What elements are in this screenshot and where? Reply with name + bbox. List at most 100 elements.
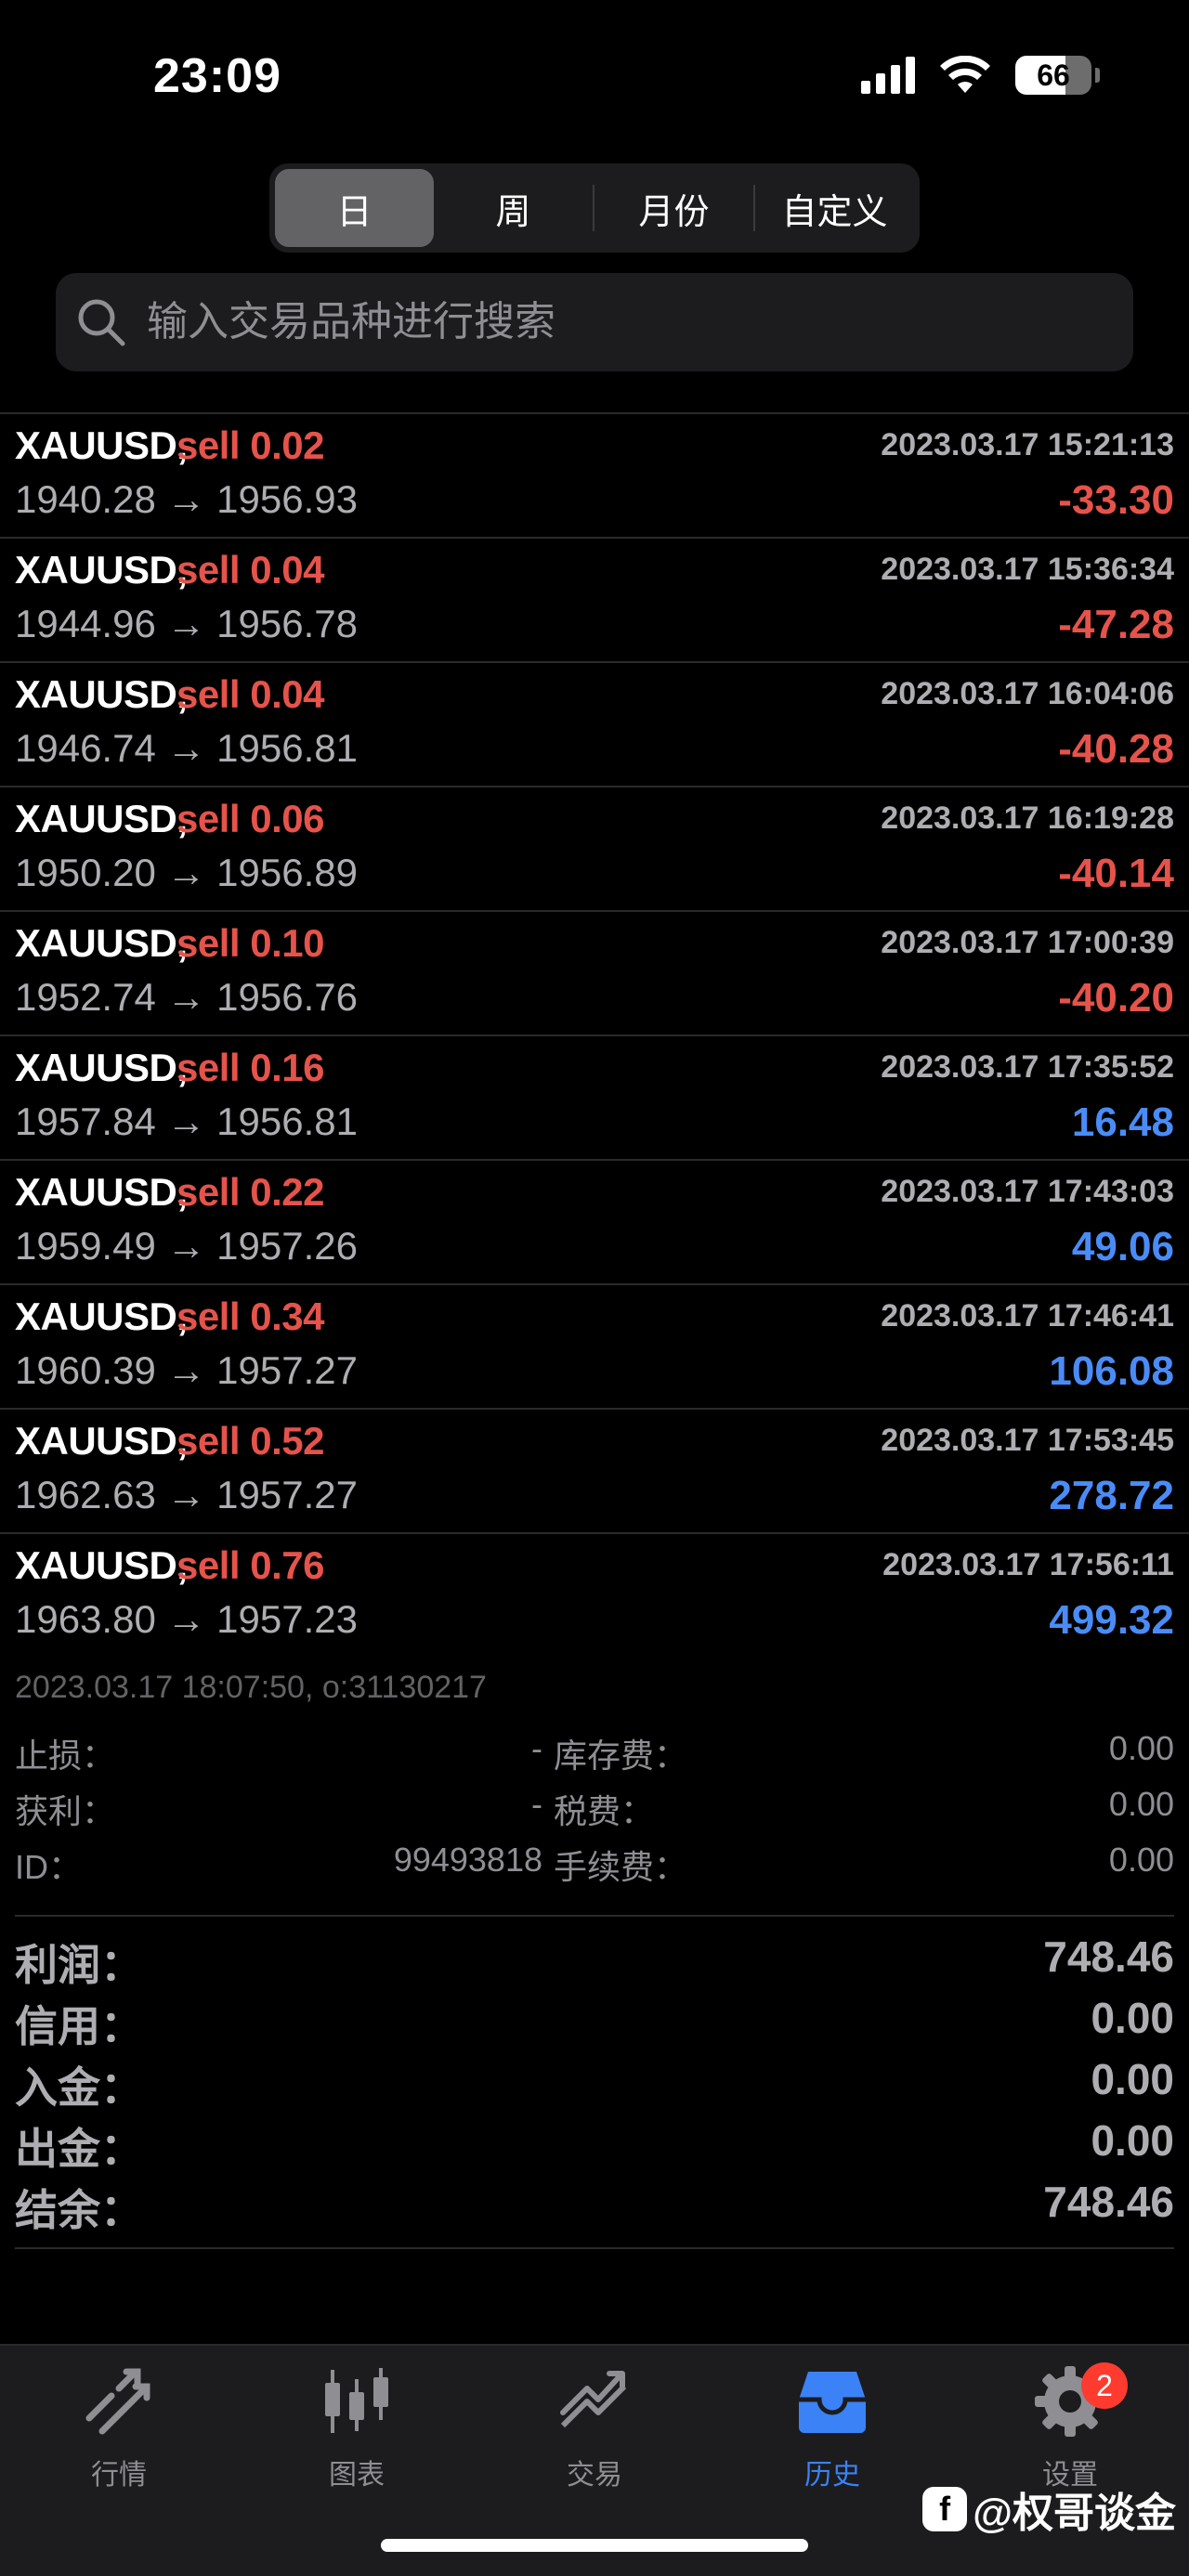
summary-label: 结余： xyxy=(15,2186,143,2234)
trade-detail-grid: 止损： - 库存费： 0.00 获利： - 税费： 0.00 ID： 99493… xyxy=(15,1729,1174,1896)
summary-divider xyxy=(15,2247,1174,2249)
trade-row[interactable]: XAUUSD, sell 0.52 2023.03.17 17:53:45 19… xyxy=(0,1410,1189,1534)
take-profit-value: - xyxy=(531,1785,542,1823)
segment-week[interactable]: 周 xyxy=(434,169,593,247)
trade-history-list: XAUUSD, sell 0.02 2023.03.17 15:21:13 19… xyxy=(0,414,1189,1659)
trade-row[interactable]: XAUUSD, sell 0.10 2023.03.17 17:00:39 19… xyxy=(0,912,1189,1036)
trade-symbol: XAUUSD, xyxy=(15,1170,188,1214)
trade-side: sell 0.04 xyxy=(176,672,324,716)
home-indicator xyxy=(381,2539,808,2552)
status-time: 23:09 xyxy=(153,49,281,103)
stop-loss-value: - xyxy=(531,1729,542,1767)
trade-symbol: XAUUSD, xyxy=(15,1419,188,1463)
trade-profit: -40.28 xyxy=(1058,726,1174,772)
trade-side: sell 0.34 xyxy=(176,1295,324,1338)
trade-prices: 1963.80 → 1957.23 xyxy=(15,1597,358,1641)
weibo-logo-icon: f xyxy=(922,2487,968,2531)
trade-side: sell 0.02 xyxy=(176,423,324,467)
tab-history[interactable]: 历史 xyxy=(749,2362,916,2492)
trade-symbol: XAUUSD, xyxy=(15,1046,188,1089)
summary-label: 入金： xyxy=(15,2063,143,2112)
search-input[interactable] xyxy=(147,299,1076,345)
battery-level: 66 xyxy=(1037,58,1070,92)
segment-day[interactable]: 日 xyxy=(275,169,434,247)
settings-badge: 2 xyxy=(1081,2362,1128,2409)
trade-profit: -47.28 xyxy=(1058,602,1174,647)
trade-side: sell 0.52 xyxy=(176,1419,324,1463)
summary-balance: 结余： 748.46 xyxy=(15,2177,1174,2238)
history-screen: 23:09 66 日 周 月份 自定义 输入交易品种进行搜索 XAUUSD, s… xyxy=(0,0,1189,2576)
trade-symbol: XAUUSD, xyxy=(15,548,188,592)
trade-time: 2023.03.17 15:36:34 xyxy=(881,552,1174,587)
account-summary: 利润： 748.46 信用： 0.00 入金： 0.00 出金： 0.00 结余… xyxy=(15,1932,1174,2238)
trade-row[interactable]: XAUUSD, sell 0.22 2023.03.17 17:43:03 19… xyxy=(0,1161,1189,1285)
commission-label: 手续费： xyxy=(554,1848,688,1886)
battery-icon: 66 xyxy=(1015,56,1100,95)
trade-profit: 106.08 xyxy=(1049,1348,1174,1394)
trade-profit: -40.14 xyxy=(1058,851,1174,896)
trade-row[interactable]: XAUUSD, sell 0.04 2023.03.17 15:36:34 19… xyxy=(0,539,1189,663)
tab-label: 图表 xyxy=(329,2460,385,2491)
trade-symbol: XAUUSD, xyxy=(15,921,188,965)
trade-prices: 1960.39 → 1957.27 xyxy=(15,1348,358,1392)
trade-row[interactable]: XAUUSD, sell 0.06 2023.03.17 16:19:28 19… xyxy=(0,787,1189,912)
trade-row[interactable]: XAUUSD, sell 0.16 2023.03.17 17:35:52 19… xyxy=(0,1036,1189,1161)
tab-label: 行情 xyxy=(91,2460,147,2491)
signal-icon xyxy=(861,57,915,94)
watermark-text: @权哥谈金 xyxy=(973,2491,1176,2536)
trade-side: sell 0.04 xyxy=(176,548,324,592)
trade-profit: 499.32 xyxy=(1049,1597,1174,1643)
trade-row[interactable]: XAUUSD, sell 0.04 2023.03.17 16:04:06 19… xyxy=(0,663,1189,787)
detail-row: 止损： - 库存费： 0.00 xyxy=(15,1729,1174,1785)
trade-symbol: XAUUSD, xyxy=(15,1543,188,1587)
trade-profit: -40.20 xyxy=(1058,975,1174,1021)
trade-row[interactable]: XAUUSD, sell 0.02 2023.03.17 15:21:13 19… xyxy=(0,414,1189,539)
summary-value: 748.46 xyxy=(1043,1932,1174,1981)
tab-quotes[interactable]: 行情 xyxy=(35,2362,203,2492)
trade-time: 2023.03.17 15:21:13 xyxy=(881,427,1174,462)
status-indicators: 66 xyxy=(861,56,1100,95)
summary-label: 出金： xyxy=(15,2125,143,2173)
trade-time: 2023.03.17 17:46:41 xyxy=(881,1298,1174,1334)
trade-symbol: XAUUSD, xyxy=(15,423,188,467)
summary-value: 0.00 xyxy=(1091,2116,1174,2165)
period-segmented-control: 日 周 月份 自定义 xyxy=(269,163,920,253)
stop-loss-label: 止损： xyxy=(15,1737,116,1775)
summary-value: 748.46 xyxy=(1043,2178,1174,2226)
tab-charts[interactable]: 图表 xyxy=(273,2362,440,2492)
tax-label: 税费： xyxy=(554,1792,655,1830)
trade-time: 2023.03.17 16:04:06 xyxy=(881,676,1174,711)
trade-side: sell 0.16 xyxy=(176,1046,324,1089)
trade-side: sell 0.06 xyxy=(176,797,324,840)
swap-label: 库存费： xyxy=(554,1737,688,1775)
status-bar: 23:09 66 xyxy=(0,0,1189,139)
trade-prices: 1962.63 → 1957.27 xyxy=(15,1473,358,1516)
trade-prices: 1957.84 → 1956.81 xyxy=(15,1099,358,1143)
summary-label: 利润： xyxy=(15,1941,143,1989)
segment-custom[interactable]: 自定义 xyxy=(755,169,914,247)
wifi-icon xyxy=(939,56,991,95)
tab-label: 交易 xyxy=(567,2460,622,2491)
trade-icon xyxy=(553,2362,636,2440)
trade-prices: 1944.96 → 1956.78 xyxy=(15,602,358,645)
trade-time: 2023.03.17 16:19:28 xyxy=(881,800,1174,836)
trade-prices: 1950.20 → 1956.89 xyxy=(15,851,358,894)
detail-row: ID： 99493818 手续费： 0.00 xyxy=(15,1841,1174,1896)
trade-row-expanded[interactable]: XAUUSD, sell 0.76 2023.03.17 17:56:11 19… xyxy=(0,1534,1189,1659)
summary-profit: 利润： 748.46 xyxy=(15,1932,1174,1993)
trade-side: sell 0.22 xyxy=(176,1170,324,1214)
trade-row[interactable]: XAUUSD, sell 0.34 2023.03.17 17:46:41 19… xyxy=(0,1285,1189,1410)
search-bar[interactable] xyxy=(56,273,1133,371)
tab-settings[interactable]: 设置 2 xyxy=(986,2362,1154,2492)
tab-trade[interactable]: 交易 xyxy=(511,2362,678,2492)
trade-side: sell 0.76 xyxy=(176,1543,324,1587)
history-icon xyxy=(790,2362,874,2440)
swap-value: 0.00 xyxy=(1108,1729,1174,1767)
summary-withdrawal: 出金： 0.00 xyxy=(15,2115,1174,2177)
summary-divider xyxy=(15,1915,1174,1917)
trade-side: sell 0.10 xyxy=(176,921,324,965)
segment-month[interactable]: 月份 xyxy=(594,169,753,247)
trade-detail-meta: 2023.03.17 18:07:50, o:31130217 xyxy=(15,1670,487,1705)
trade-prices: 1959.49 → 1957.26 xyxy=(15,1224,358,1268)
trade-time: 2023.03.17 17:00:39 xyxy=(881,925,1174,960)
